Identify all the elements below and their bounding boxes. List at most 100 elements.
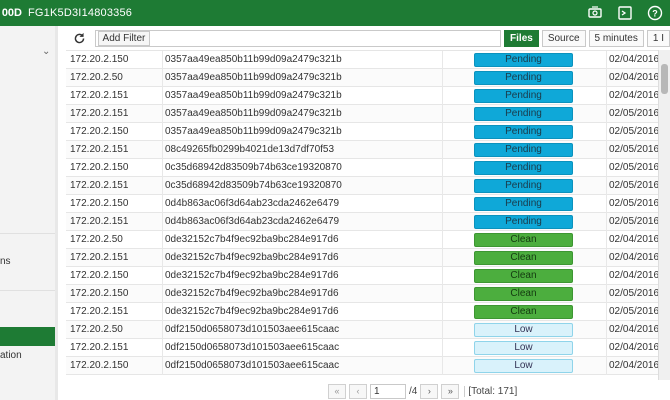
table-row[interactable]: 172.20.2.50 0df2150d0658073d101503aee615c… xyxy=(66,321,670,339)
add-filter-button[interactable]: Add Filter xyxy=(97,30,151,46)
table-row[interactable]: 172.20.2.150 0357aa49ea850b11b99d09a2479c… xyxy=(66,51,670,69)
cli-console-icon[interactable] xyxy=(616,4,634,22)
status-badge: Pending xyxy=(474,125,573,139)
top-header-bar: 00D FG1K5D3I14803356 ? xyxy=(0,0,670,26)
column-divider xyxy=(442,339,443,357)
svg-text:?: ? xyxy=(652,9,658,19)
sidebar-active-item[interactable] xyxy=(0,327,55,346)
column-divider xyxy=(442,195,443,213)
sidebar-item-label[interactable]: ns xyxy=(0,256,58,267)
file-hash-cell: 08c49265fb0299b4021de13d7df70f53 xyxy=(162,141,442,159)
status-badge: Pending xyxy=(474,71,573,85)
column-divider xyxy=(442,231,443,249)
table-row[interactable]: 172.20.2.50 0357aa49ea850b11b99d09a2479c3… xyxy=(66,69,670,87)
file-hash-cell: 0c35d68942d83509b74b63ce19320870 xyxy=(162,177,442,195)
chevron-down-icon[interactable]: ⌄ xyxy=(42,46,50,57)
table-row[interactable]: 172.20.2.150 0de32152c7b4f9ec92ba9bc284e9… xyxy=(66,267,670,285)
column-divider xyxy=(442,357,443,375)
table-row[interactable]: 172.20.2.151 0357aa49ea850b11b99d09a2479c… xyxy=(66,105,670,123)
file-hash-cell: 0d4b863ac06f3d64ab23cda2462e6479 xyxy=(162,195,442,213)
status-badge: Pending xyxy=(474,107,573,121)
source-ip-cell: 172.20.2.150 xyxy=(70,126,129,137)
status-badge: Pending xyxy=(474,161,573,175)
column-divider xyxy=(442,141,443,159)
file-hash-cell: 0357aa49ea850b11b99d09a2479c321b xyxy=(162,105,442,123)
table-row[interactable]: 172.20.2.50 0de32152c7b4f9ec92ba9bc284e91… xyxy=(66,231,670,249)
file-hash-cell: 0de32152c7b4f9ec92ba9bc284e917d6 xyxy=(162,303,442,321)
file-hash-cell: 0df2150d0658073d101503aee615caac xyxy=(162,357,442,375)
column-divider xyxy=(442,105,443,123)
source-ip-cell: 172.20.2.150 xyxy=(70,54,129,65)
status-badge: Pending xyxy=(474,53,573,67)
source-ip-cell: 172.20.2.151 xyxy=(70,216,129,227)
column-divider xyxy=(442,177,443,195)
status-badge: Low xyxy=(474,341,573,355)
first-page-button[interactable]: « xyxy=(328,383,346,399)
column-divider xyxy=(442,303,443,321)
status-badge: Clean xyxy=(474,233,573,247)
sidebar-divider xyxy=(0,233,58,234)
table-row[interactable]: 172.20.2.151 0c35d68942d83509b74b63ce1932… xyxy=(66,177,670,195)
sidebar-divider xyxy=(0,290,58,291)
table-row[interactable]: 172.20.2.150 0de32152c7b4f9ec92ba9bc284e9… xyxy=(66,285,670,303)
table-row[interactable]: 172.20.2.150 0c35d68942d83509b74b63ce1932… xyxy=(66,159,670,177)
page-number-input[interactable]: 1 xyxy=(370,383,406,399)
file-hash-cell: 0d4b863ac06f3d64ab23cda2462e6479 xyxy=(162,213,442,231)
status-badge: Low xyxy=(474,323,573,337)
sidebar-item-label[interactable]: ation xyxy=(0,350,58,361)
source-ip-cell: 172.20.2.50 xyxy=(70,324,123,335)
total-count: [Total: 171] xyxy=(464,385,517,397)
file-hash-cell: 0df2150d0658073d101503aee615caac xyxy=(162,339,442,357)
source-ip-cell: 172.20.2.151 xyxy=(70,306,129,317)
sidebar: ⌄ ns ation xyxy=(0,26,58,400)
source-ip-cell: 172.20.2.151 xyxy=(70,144,129,155)
monitor-icon[interactable] xyxy=(586,4,604,22)
pagination: « ‹ 1 /4 › » [Total: 171] xyxy=(328,382,517,400)
table-scrollbar[interactable] xyxy=(658,50,670,380)
file-hash-cell: 0df2150d0658073d101503aee615caac xyxy=(162,321,442,339)
next-page-button[interactable]: › xyxy=(420,383,439,399)
last-page-button[interactable]: » xyxy=(441,383,460,399)
toolbar: Add Filter Files Source 5 minutes 1 I xyxy=(66,28,670,48)
source-view-button[interactable]: Source xyxy=(541,29,586,47)
status-badge: Clean xyxy=(474,269,573,283)
refresh-icon[interactable] xyxy=(70,29,89,47)
table-row[interactable]: 172.20.2.151 0de32152c7b4f9ec92ba9bc284e9… xyxy=(66,303,670,321)
status-badge: Pending xyxy=(474,89,573,103)
device-serial: FG1K5D3I14803356 xyxy=(28,7,133,19)
prev-page-button[interactable]: ‹ xyxy=(349,383,367,399)
file-hash-cell: 0de32152c7b4f9ec92ba9bc284e917d6 xyxy=(162,249,442,267)
table-row[interactable]: 172.20.2.151 0de32152c7b4f9ec92ba9bc284e9… xyxy=(66,249,670,267)
file-hash-cell: 0de32152c7b4f9ec92ba9bc284e917d6 xyxy=(162,285,442,303)
source-ip-cell: 172.20.2.151 xyxy=(70,90,129,101)
source-ip-cell: 172.20.2.150 xyxy=(70,198,129,209)
source-ip-cell: 172.20.2.50 xyxy=(70,234,123,245)
source-ip-cell: 172.20.2.150 xyxy=(70,288,129,299)
column-divider xyxy=(442,123,443,141)
source-ip-cell: 172.20.2.150 xyxy=(70,360,129,371)
file-hash-cell: 0357aa49ea850b11b99d09a2479c321b xyxy=(162,69,442,87)
status-badge: Clean xyxy=(474,251,573,265)
source-ip-cell: 172.20.2.151 xyxy=(70,180,129,191)
status-badge: Pending xyxy=(474,179,573,193)
column-divider xyxy=(442,267,443,285)
table-row[interactable]: 172.20.2.150 0d4b863ac06f3d64ab23cda2462e… xyxy=(66,195,670,213)
table-row[interactable]: 172.20.2.151 0df2150d0658073d101503aee615… xyxy=(66,339,670,357)
table-row[interactable]: 172.20.2.151 08c49265fb0299b4021de13d7df7… xyxy=(66,141,670,159)
table-row[interactable]: 172.20.2.151 0357aa49ea850b11b99d09a2479c… xyxy=(66,87,670,105)
time-range-select[interactable]: 1 I xyxy=(646,29,670,47)
table-row[interactable]: 172.20.2.150 0df2150d0658073d101503aee615… xyxy=(66,357,670,375)
source-ip-cell: 172.20.2.150 xyxy=(70,162,129,173)
table-row[interactable]: 172.20.2.150 0357aa49ea850b11b99d09a2479c… xyxy=(66,123,670,141)
table-row[interactable]: 172.20.2.151 0d4b863ac06f3d64ab23cda2462e… xyxy=(66,213,670,231)
file-hash-cell: 0357aa49ea850b11b99d09a2479c321b xyxy=(162,123,442,141)
file-hash-cell: 0de32152c7b4f9ec92ba9bc284e917d6 xyxy=(162,231,442,249)
sidebar-scrollbar[interactable] xyxy=(55,26,58,400)
filter-bar[interactable]: Add Filter xyxy=(94,29,502,47)
page-count: /4 xyxy=(409,385,418,397)
time-interval-select[interactable]: 5 minutes xyxy=(588,29,644,47)
scrollbar-thumb[interactable] xyxy=(661,64,668,94)
help-icon[interactable]: ? xyxy=(646,4,664,22)
files-view-button[interactable]: Files xyxy=(504,29,539,47)
status-badge: Pending xyxy=(474,215,573,229)
